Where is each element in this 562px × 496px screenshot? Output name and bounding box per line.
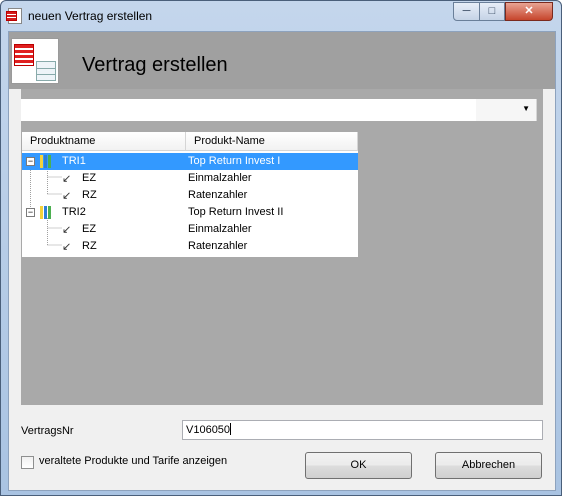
app-icon — [6, 8, 22, 24]
tree-row[interactable]: − TRI2 Top Return Invest II — [22, 204, 358, 221]
contract-document-icon — [11, 38, 59, 84]
column-header-produktname[interactable]: Produktname — [22, 132, 186, 151]
dialog-window: neuen Vertrag erstellen ─ □ ✕ Vertrag er… — [0, 0, 562, 496]
cancel-button[interactable]: Abbrechen — [435, 452, 542, 479]
tree-row[interactable]: ↙ EZ Einmalzahler — [22, 221, 358, 238]
tree-row[interactable]: ↙ RZ Ratenzahler — [22, 238, 358, 255]
maximize-button[interactable]: □ — [479, 2, 505, 21]
tariff-leaf-icon: ↙ — [62, 190, 72, 202]
collapse-toggle[interactable]: − — [26, 208, 35, 217]
text-caret — [230, 423, 232, 435]
tariff-name: RZ — [82, 240, 97, 252]
product-folder-icon — [40, 155, 55, 168]
tree-row[interactable]: ↙ EZ Einmalzahler — [22, 170, 358, 187]
column-header-produkt-name[interactable]: Produkt-Name — [186, 132, 358, 151]
product-folder-icon — [40, 206, 55, 219]
show-outdated-checkbox[interactable] — [21, 456, 34, 469]
tariff-leaf-icon: ↙ — [62, 224, 72, 236]
tariff-name: EZ — [82, 223, 97, 235]
tree-row[interactable]: − TRI1 Top Return Invest I — [22, 153, 358, 170]
tariff-name: RZ — [82, 189, 97, 201]
product-combobox[interactable]: ▼ — [21, 99, 537, 121]
tariff-leaf-icon: ↙ — [62, 241, 72, 253]
product-name: TRI1 — [62, 155, 86, 167]
ok-button[interactable]: OK — [305, 452, 412, 479]
tariff-name: EZ — [82, 172, 97, 184]
header-banner: Vertrag erstellen — [9, 32, 555, 89]
close-button[interactable]: ✕ — [505, 2, 553, 21]
chevron-down-icon: ▼ — [522, 104, 530, 113]
product-tree[interactable]: Produktname Produkt-Name − TRI1 Top Retu… — [22, 132, 358, 257]
tariff-leaf-icon: ↙ — [62, 173, 72, 185]
vertragsnr-value: V106050 — [186, 424, 231, 436]
vertragsnr-label: VertragsNr — [21, 425, 74, 437]
tariff-description: Ratenzahler — [188, 189, 248, 201]
vertragsnr-input[interactable]: V106050 — [182, 420, 543, 440]
document-grid-icon — [36, 61, 56, 81]
title-bar[interactable]: neuen Vertrag erstellen ─ □ ✕ — [1, 1, 561, 31]
product-description: Top Return Invest I — [188, 155, 281, 167]
product-name: TRI2 — [62, 206, 86, 218]
show-outdated-label[interactable]: veraltete Produkte und Tarife anzeigen — [39, 455, 227, 467]
product-description: Top Return Invest II — [188, 206, 284, 218]
document-lines-icon — [14, 44, 34, 66]
minimize-button[interactable]: ─ — [453, 2, 480, 21]
tree-row[interactable]: ↙ RZ Ratenzahler — [22, 187, 358, 204]
dialog-client-area: Vertrag erstellen ▼ Produktname Produkt-… — [8, 31, 556, 491]
page-title: Vertrag erstellen — [82, 54, 228, 76]
combobox-dropdown-button[interactable]: ▼ — [476, 99, 536, 121]
tariff-description: Einmalzahler — [188, 223, 252, 235]
collapse-toggle[interactable]: − — [26, 157, 35, 166]
tariff-description: Einmalzahler — [188, 172, 252, 184]
tariff-description: Ratenzahler — [188, 240, 248, 252]
product-panel: ▼ Produktname Produkt-Name − TRI1 Top Re… — [21, 89, 543, 405]
window-title: neuen Vertrag erstellen — [28, 9, 153, 23]
